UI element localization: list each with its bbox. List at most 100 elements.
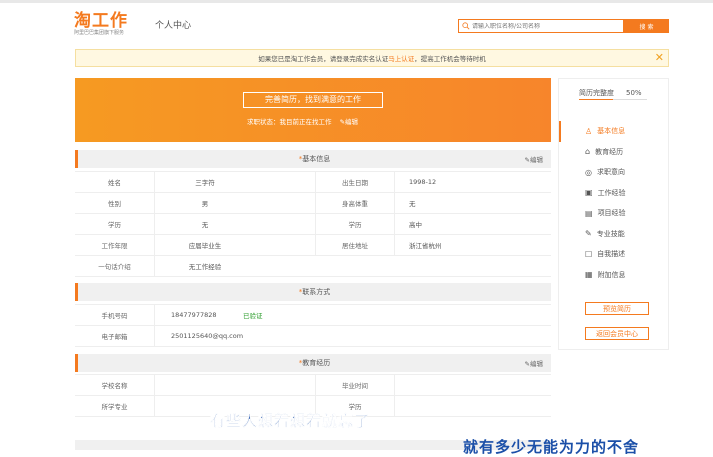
- verified-badge: 已验证: [243, 312, 263, 320]
- sidebar-nav: ♙ 基本信息 ⌂ 教育经历 ◎ 求职意向 ▣ 工作经验 ▤ 项目经验 ✎ 专业技能 ☐ 自我描述 ▦ 附加信息: [559, 121, 668, 285]
- phone-value: 18477977828: [171, 311, 217, 319]
- breadcrumb: 个人中心: [155, 21, 192, 31]
- phone-label: 手机号码: [75, 305, 155, 325]
- sidebar-item-4[interactable]: ▤ 项目经验: [559, 203, 668, 224]
- progress-fill: [579, 99, 613, 100]
- field-label: 学校名称: [75, 375, 155, 395]
- sidebar-item-label: 专业技能: [596, 229, 625, 238]
- education-edit-button[interactable]: ✎编辑: [525, 358, 543, 368]
- field-label: 居住地址: [315, 235, 395, 255]
- notice-text: 如果您已是淘工作会员，请登录完成实名认证: [258, 55, 389, 63]
- field-value: 无: [409, 200, 416, 208]
- edit-label: 编辑: [530, 156, 543, 164]
- folder-icon: ▤: [585, 208, 593, 218]
- banner-title: 完善简历，找到满意的工作: [243, 92, 383, 108]
- sidebar-item-label: 教育经历: [595, 147, 624, 156]
- verify-link[interactable]: 马上认证: [388, 53, 414, 63]
- contact-table: 手机号码 18477977828 已验证 电子邮箱 2501125640@qq.…: [75, 304, 551, 347]
- edit-label: 编辑: [530, 360, 543, 368]
- table-row: 姓名 三字符 出生日期 1998-12: [75, 172, 551, 193]
- preview-resume-button[interactable]: 预览简历: [585, 302, 649, 315]
- field-value: 男: [201, 200, 209, 208]
- sidebar-item-label: 附加信息: [597, 270, 626, 279]
- logo-text: 淘工作: [74, 11, 128, 31]
- field-label: 工作年限: [75, 235, 155, 255]
- attachment-icon: ▦: [585, 270, 593, 280]
- sidebar-item-label: 自我描述: [597, 250, 626, 259]
- table-row: 电子邮箱 2501125640@qq.com: [75, 326, 551, 347]
- basic-info-edit-button[interactable]: ✎编辑: [525, 154, 543, 164]
- notice-bar: 如果您已是淘工作会员，请登录完成实名认证 马上认证 ，提高工作机会等待时机 ✕: [75, 49, 669, 67]
- field-label: 性别: [75, 193, 155, 213]
- field-value: 应届毕业生: [188, 242, 222, 250]
- sidebar-item-label: 项目经验: [597, 209, 626, 218]
- field-label: 学历: [315, 214, 395, 234]
- progress-bar: [579, 99, 647, 100]
- table-row: 性别 男 身高体重 无: [75, 193, 551, 214]
- search-button[interactable]: 搜 索: [624, 19, 669, 33]
- field-value: 高中: [409, 221, 422, 229]
- search-input[interactable]: [472, 22, 612, 30]
- table-row: 学校名称 毕业时间: [75, 375, 551, 396]
- field-value: [395, 375, 551, 395]
- field-label: 出生日期: [315, 172, 395, 192]
- basic-info-title: *基本信息: [78, 154, 551, 164]
- search-box[interactable]: [458, 19, 624, 33]
- field-label: 学历: [75, 214, 155, 234]
- email-value: 2501125640@qq.com: [171, 332, 244, 340]
- field-label: 所学专业: [75, 396, 155, 416]
- top-strip: [0, 0, 713, 3]
- banner-edit-label: 编辑: [345, 118, 359, 126]
- video-subtitle-2: 就有多少无能为力的不舍: [463, 438, 640, 456]
- briefcase-icon: ▣: [585, 188, 593, 198]
- education-header: *教育经历 ✎编辑: [75, 354, 551, 372]
- basic-info-table: 姓名 三字符 出生日期 1998-12 性别男身高体重无学历无学历 高中 工作年限 应届毕业生…: [75, 171, 551, 277]
- progress-text: 简历完整度 50%: [579, 88, 642, 98]
- member-center-button[interactable]: 返回会员中心: [585, 327, 649, 340]
- field-value: 无: [201, 221, 209, 229]
- table-row: 工作年限 应届毕业生 居住地址 浙江省杭州: [75, 235, 551, 256]
- field-label: 毕业时间: [315, 375, 395, 395]
- resume-sidebar: 简历完整度 50% ♙ 基本信息 ⌂ 教育经历 ◎ 求职意向 ▣ 工作经验 ▤ 项目经验 ✎ 专业技能 ☐…: [558, 78, 669, 350]
- sidebar-item-label: 基本信息: [597, 127, 626, 136]
- field-value: 浙江省杭州: [409, 242, 442, 250]
- job-status: 求职状态：我目前正在找工作 ✎编辑: [247, 116, 358, 126]
- document-icon: ☐: [585, 249, 593, 259]
- video-subtitle: 有些人想着想着就忘了: [210, 412, 371, 430]
- sidebar-item-7[interactable]: ▦ 附加信息: [559, 265, 668, 286]
- sidebar-item-label: 求职意向: [596, 168, 625, 177]
- education-title: *教育经历: [78, 358, 551, 368]
- email-label: 电子邮箱: [75, 326, 155, 346]
- basic-info-title-text: 基本信息: [302, 155, 331, 163]
- close-icon[interactable]: ✕: [655, 52, 664, 63]
- contact-title: *联系方式: [78, 287, 551, 297]
- sidebar-item-2[interactable]: ◎ 求职意向: [559, 162, 668, 183]
- graduation-cap-icon: ⌂: [585, 147, 591, 157]
- field-value: 无工作经验: [188, 263, 222, 271]
- table-row: 一句话介绍 无工作经验: [75, 256, 551, 277]
- contact-title-text: 联系方式: [302, 288, 331, 296]
- logo[interactable]: 淘工作 阿里巴巴集团旗下服务: [74, 12, 128, 36]
- field-label: 姓名: [75, 172, 155, 192]
- job-status-text: 求职状态：我目前正在找工作: [247, 118, 332, 126]
- resume-banner: 完善简历，找到满意的工作 求职状态：我目前正在找工作 ✎编辑: [75, 78, 551, 142]
- sidebar-item-0[interactable]: ♙ 基本信息: [559, 121, 668, 142]
- contact-header: *联系方式: [75, 283, 551, 301]
- basic-info-header: *基本信息 ✎编辑: [75, 150, 551, 168]
- field-value: [155, 375, 255, 395]
- sidebar-item-label: 工作经验: [597, 188, 626, 197]
- search-icon: [462, 22, 470, 30]
- table-row: 手机号码 18477977828 已验证: [75, 305, 551, 326]
- field-label: 身高体重: [315, 193, 395, 213]
- progress-label: 简历完整度: [579, 89, 614, 97]
- notice-text-after: ，提高工作机会等待时机: [414, 55, 486, 63]
- progress-value: 50%: [626, 89, 642, 97]
- sidebar-item-3[interactable]: ▣ 工作经验: [559, 183, 668, 204]
- logo-subtitle: 阿里巴巴集团旗下服务: [74, 30, 125, 36]
- field-label: 一句话介绍: [75, 256, 155, 276]
- banner-edit-button[interactable]: ✎编辑: [340, 118, 358, 126]
- table-row: 学历 无 学历 高中: [75, 214, 551, 235]
- sidebar-item-6[interactable]: ☐ 自我描述: [559, 244, 668, 265]
- sidebar-item-5[interactable]: ✎ 专业技能: [559, 224, 668, 245]
- sidebar-item-1[interactable]: ⌂ 教育经历: [559, 142, 668, 163]
